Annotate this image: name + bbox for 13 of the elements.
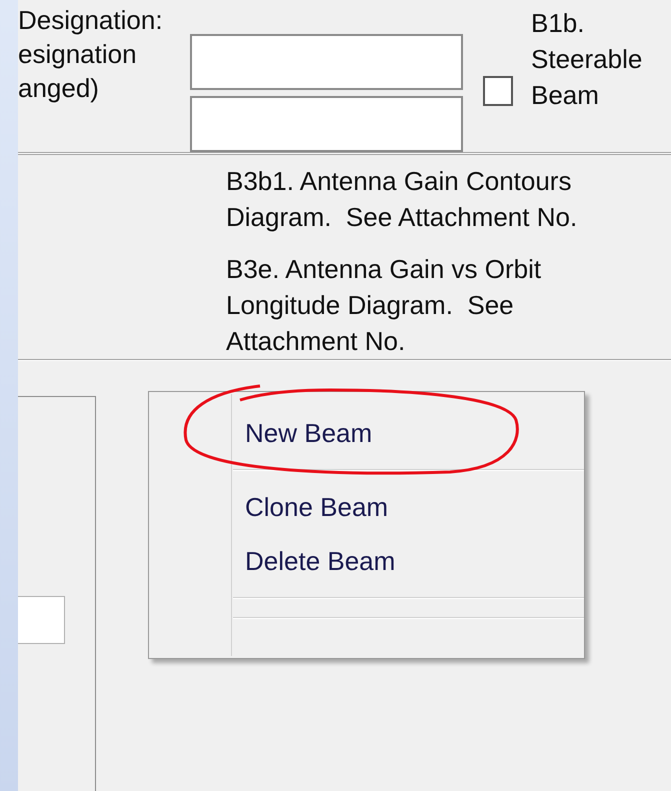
input-field[interactable] (18, 596, 65, 644)
checkbox-label: B1b. Steerable Beam (530, 7, 644, 112)
attachment-label: B3b1. Antenna Gain Contours Diagram. See Attachment No. (226, 165, 578, 234)
field-label: Designation: (18, 4, 164, 37)
input-field[interactable] (190, 96, 463, 152)
checkbox[interactable] (483, 76, 513, 106)
menu-item[interactable]: New Beam (233, 406, 584, 460)
attachment-label: B3e. Antenna Gain vs Orbit Longitude Diagram. See Attachment No. (226, 253, 542, 358)
field-label: esignation (18, 38, 138, 71)
field-label: anged) (18, 72, 100, 105)
input-field[interactable] (190, 34, 463, 90)
menu-item[interactable]: Clone Beam (233, 480, 584, 534)
menu-item[interactable]: Delete Beam (233, 534, 584, 588)
